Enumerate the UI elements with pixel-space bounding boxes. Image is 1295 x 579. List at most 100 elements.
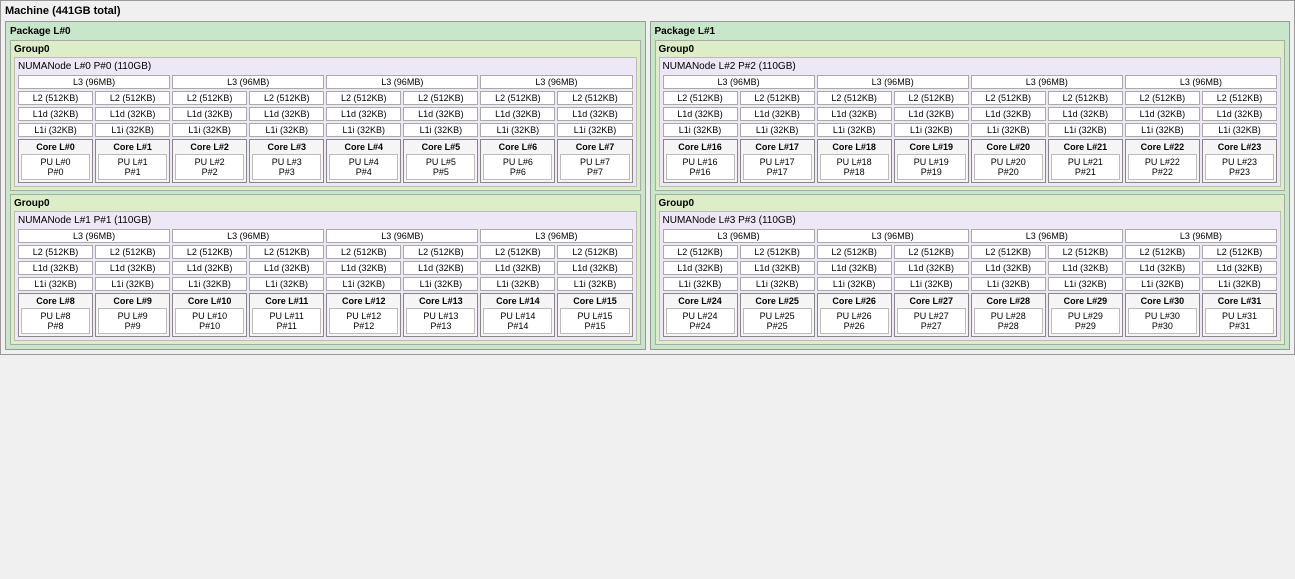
pu-block: PU L#17 P#17	[743, 154, 812, 180]
l1d-cell: L1d (32KB)	[740, 107, 815, 121]
core-label: Core L#8	[21, 296, 90, 306]
core-label: Core L#28	[974, 296, 1043, 306]
l1d-cell: L1d (32KB)	[326, 261, 401, 275]
l1d-cell: L1d (32KB)	[663, 107, 738, 121]
l3-cell: L3 (96MB)	[172, 229, 324, 243]
l1i-cell: L1i (32KB)	[817, 123, 892, 137]
core-block: Core L#0PU L#0 P#0	[18, 139, 93, 183]
machine-container: Machine (441GB total) Package L#0Group0N…	[0, 0, 1295, 355]
core-block: Core L#18PU L#18 P#18	[817, 139, 892, 183]
numa-node: NUMANode L#1 P#1 (110GB)L3 (96MB)L3 (96M…	[14, 211, 637, 341]
core-label: Core L#13	[406, 296, 475, 306]
pu-block: PU L#22 P#22	[1128, 154, 1197, 180]
l2-cell: L2 (512KB)	[1048, 91, 1123, 105]
l1i-cell: L1i (32KB)	[1048, 123, 1123, 137]
core-label: Core L#21	[1051, 142, 1120, 152]
l1d-cell: L1d (32KB)	[18, 107, 93, 121]
pu-block: PU L#10 P#10	[175, 308, 244, 334]
core-block: Core L#7 PU L#7 P#7	[557, 139, 632, 183]
core-label: Core L#31	[1205, 296, 1274, 306]
core-block: Core L#12PU L#12 P#12	[326, 293, 401, 337]
l1i-cell: L1i (32KB)	[740, 277, 815, 291]
core-label: Core L#2	[175, 142, 244, 152]
l1d-cell: L1d (32KB)	[326, 107, 401, 121]
l1i-cell: L1i (32KB)	[95, 277, 170, 291]
l1i-cell: L1i (32KB)	[480, 277, 555, 291]
l1d-cell: L1d (32KB)	[740, 261, 815, 275]
pu-block: PU L#29 P#29	[1051, 308, 1120, 334]
group-title: Group0	[14, 44, 637, 55]
l2-cell: L2 (512KB)	[740, 91, 815, 105]
pu-block: PU L#2 P#2	[175, 154, 244, 180]
l1i-row: L1i (32KB)L1i (32KB)L1i (32KB)L1i (32KB)…	[663, 277, 1278, 291]
l1d-cell: L1d (32KB)	[1125, 261, 1200, 275]
l2-cell: L2 (512KB)	[18, 91, 93, 105]
core-block: Core L#8PU L#8 P#8	[18, 293, 93, 337]
core-block: Core L#17PU L#17 P#17	[740, 139, 815, 183]
l2-cell: L2 (512KB)	[971, 245, 1046, 259]
l1d-cell: L1d (32KB)	[971, 107, 1046, 121]
core-block: Core L#25PU L#25 P#25	[740, 293, 815, 337]
l2-cell: L2 (512KB)	[249, 91, 324, 105]
l1i-cell: L1i (32KB)	[663, 123, 738, 137]
group-title: Group0	[14, 198, 637, 209]
pu-block: PU L#18 P#18	[820, 154, 889, 180]
group: Group0NUMANode L#2 P#2 (110GB)L3 (96MB)L…	[655, 40, 1286, 191]
core-label: Core L#7	[560, 142, 629, 152]
numa-title: NUMANode L#1 P#1 (110GB)	[18, 215, 633, 226]
l2-cell: L2 (512KB)	[817, 91, 892, 105]
pu-block: PU L#20 P#20	[974, 154, 1043, 180]
l1i-cell: L1i (32KB)	[1202, 123, 1277, 137]
core-block: Core L#13PU L#13 P#13	[403, 293, 478, 337]
l3-cell: L3 (96MB)	[172, 75, 324, 89]
numa-title: NUMANode L#3 P#3 (110GB)	[663, 215, 1278, 226]
l2-cell: L2 (512KB)	[971, 91, 1046, 105]
l1d-row: L1d (32KB)L1d (32KB)L1d (32KB)L1d (32KB)…	[18, 261, 633, 275]
l1i-cell: L1i (32KB)	[971, 123, 1046, 137]
core-block: Core L#30PU L#30 P#30	[1125, 293, 1200, 337]
l1d-cell: L1d (32KB)	[894, 261, 969, 275]
core-label: Core L#29	[1051, 296, 1120, 306]
l2-cell: L2 (512KB)	[1125, 91, 1200, 105]
pu-block: PU L#11 P#11	[252, 308, 321, 334]
l2-cell: L2 (512KB)	[1048, 245, 1123, 259]
l3-cell: L3 (96MB)	[326, 229, 478, 243]
core-label: Core L#16	[666, 142, 735, 152]
l1d-cell: L1d (32KB)	[817, 261, 892, 275]
core-label: Core L#4	[329, 142, 398, 152]
pu-block: PU L#7 P#7	[560, 154, 629, 180]
pu-block: PU L#3 P#3	[252, 154, 321, 180]
core-label: Core L#20	[974, 142, 1043, 152]
numa-node: NUMANode L#3 P#3 (110GB)L3 (96MB)L3 (96M…	[659, 211, 1282, 341]
l3-cell: L3 (96MB)	[480, 229, 632, 243]
group: Group0NUMANode L#1 P#1 (110GB)L3 (96MB)L…	[10, 194, 641, 345]
pu-block: PU L#15 P#15	[560, 308, 629, 334]
l3-row: L3 (96MB)L3 (96MB)L3 (96MB)L3 (96MB)	[18, 75, 633, 89]
numa-node: NUMANode L#0 P#0 (110GB)L3 (96MB)L3 (96M…	[14, 57, 637, 187]
core-label: Core L#14	[483, 296, 552, 306]
l2-row: L2 (512KB)L2 (512KB)L2 (512KB)L2 (512KB)…	[18, 245, 633, 259]
core-block: Core L#9PU L#9 P#9	[95, 293, 170, 337]
core-block: Core L#3PU L#3 P#3	[249, 139, 324, 183]
l2-cell: L2 (512KB)	[480, 91, 555, 105]
l1d-cell: L1d (32KB)	[249, 261, 324, 275]
l1i-cell: L1i (32KB)	[1125, 277, 1200, 291]
l1i-cell: L1i (32KB)	[1048, 277, 1123, 291]
pu-block: PU L#28 P#28	[974, 308, 1043, 334]
l1d-cell: L1d (32KB)	[1202, 107, 1277, 121]
core-label: Core L#12	[329, 296, 398, 306]
l1d-cell: L1d (32KB)	[971, 261, 1046, 275]
l2-cell: L2 (512KB)	[172, 91, 247, 105]
pu-block: PU L#25 P#25	[743, 308, 812, 334]
l1i-row: L1i (32KB)L1i (32KB)L1i (32KB)L1i (32KB)…	[663, 123, 1278, 137]
l1i-cell: L1i (32KB)	[18, 277, 93, 291]
core-block: Core L#11PU L#11 P#11	[249, 293, 324, 337]
l1d-row: L1d (32KB)L1d (32KB)L1d (32KB)L1d (32KB)…	[663, 261, 1278, 275]
l2-cell: L2 (512KB)	[1202, 91, 1277, 105]
l2-cell: L2 (512KB)	[663, 91, 738, 105]
l1d-cell: L1d (32KB)	[403, 107, 478, 121]
l2-cell: L2 (512KB)	[403, 91, 478, 105]
pu-block: PU L#5 P#5	[406, 154, 475, 180]
pu-block: PU L#19 P#19	[897, 154, 966, 180]
l2-cell: L2 (512KB)	[1202, 245, 1277, 259]
